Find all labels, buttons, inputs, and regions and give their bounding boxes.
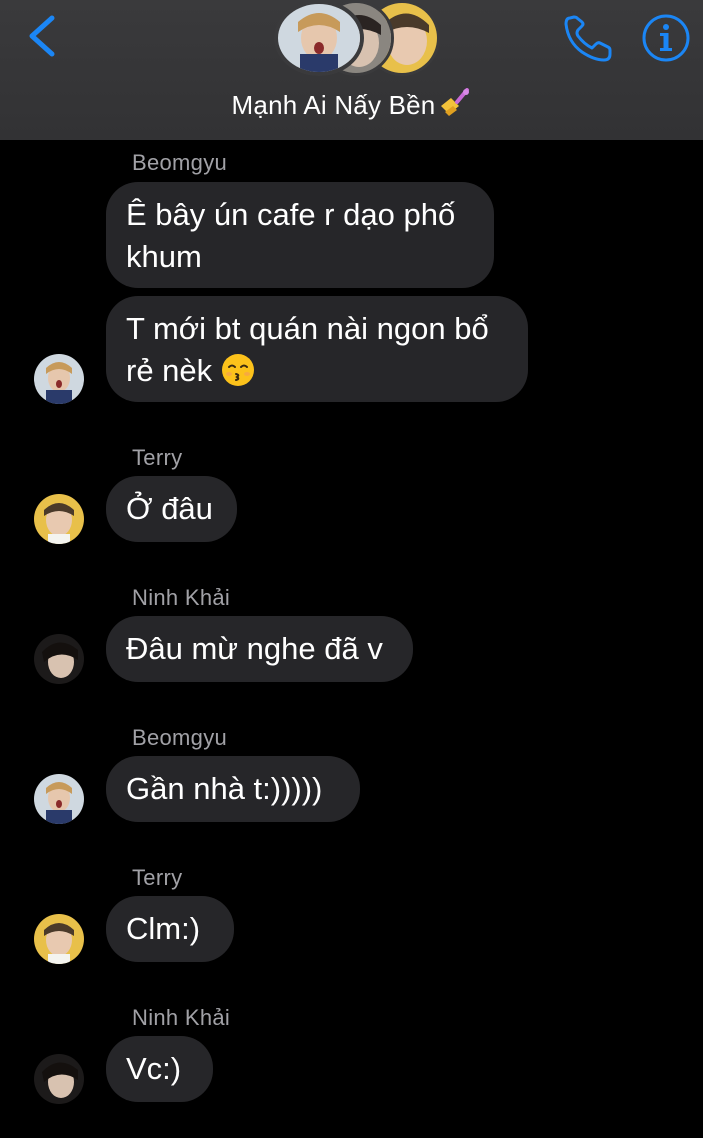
avatar-ninh-khai[interactable] — [34, 1054, 84, 1104]
sender-name: Ninh Khải — [132, 1005, 231, 1030]
avatar-ninh-khai[interactable] — [34, 634, 84, 684]
message-bubble[interactable]: Ở đâu — [106, 476, 237, 542]
sender-name: Terry — [132, 445, 183, 470]
sender-name: Beomgyu — [132, 725, 228, 750]
phone-icon[interactable] — [560, 12, 614, 66]
sender-name: Ninh Khải — [132, 585, 231, 610]
back-chevron-icon[interactable] — [22, 12, 66, 60]
message-list[interactable]: Beomgyu Ê bây ún cafe r dạo phố khum T m… — [0, 140, 703, 1138]
message-bubble[interactable]: Ê bây ún cafe r dạo phố khum — [106, 182, 494, 288]
group-title-text: Mạnh Ai Nấy Bền — [231, 90, 436, 120]
kissing-face-emoji — [221, 353, 255, 398]
message-bubble[interactable]: Đâu mừ nghe đã v — [106, 616, 413, 682]
message-bubble[interactable]: Clm:) — [106, 896, 234, 962]
avatar-terry[interactable] — [34, 914, 84, 964]
group-avatars[interactable] — [272, 0, 448, 78]
info-icon[interactable] — [640, 12, 692, 64]
group-avatar-1 — [274, 0, 364, 76]
chat-header: Mạnh Ai Nấy Bền — [0, 0, 703, 140]
sender-name: Terry — [132, 865, 183, 890]
avatar-terry[interactable] — [34, 494, 84, 544]
message-text: T mới bt quán nài ngon bổ rẻ nèk — [126, 311, 489, 388]
message-bubble[interactable]: Gần nhà t:))))) — [106, 756, 360, 822]
message-bubble[interactable]: T mới bt quán nài ngon bổ rẻ nèk — [106, 296, 528, 402]
avatar-beomgyu[interactable] — [34, 354, 84, 404]
avatar-beomgyu[interactable] — [34, 774, 84, 824]
nail-polish-emoji — [437, 88, 471, 125]
group-title[interactable]: Mạnh Ai Nấy Bền — [0, 88, 703, 125]
message-bubble[interactable]: Vc:) — [106, 1036, 213, 1102]
sender-name: Beomgyu — [132, 150, 228, 175]
